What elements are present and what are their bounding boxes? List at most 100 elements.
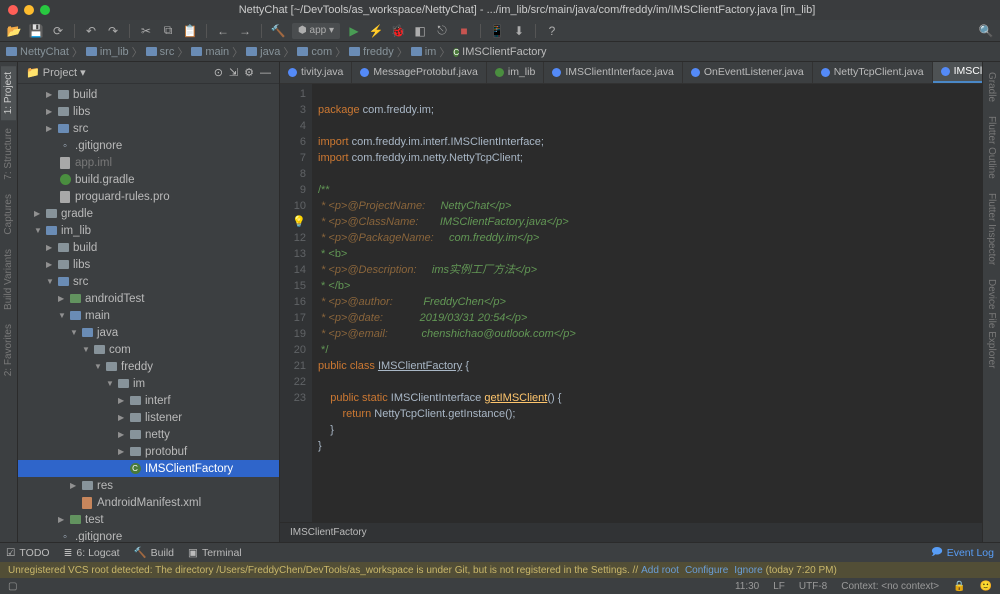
gear-icon[interactable]: ⚙ [244,66,254,79]
tree-node[interactable]: ◦.gitignore [18,137,279,154]
tree-node[interactable]: ▶gradle [18,205,279,222]
undo-icon[interactable]: ↶ [83,23,99,39]
stop-icon[interactable]: ■ [456,23,472,39]
tree-node[interactable]: app.iml [18,154,279,171]
tool-tab-logcat[interactable]: ≣ 6: Logcat [64,547,120,559]
forward-icon[interactable]: → [237,23,253,39]
editor-tab[interactable]: OnEventListener.java [683,62,813,83]
crumb-item[interactable]: java [246,46,280,58]
zoom-icon[interactable] [40,5,50,15]
tree-node[interactable]: ▶test [18,511,279,528]
run-icon[interactable]: ▶ [346,23,362,39]
tree-node[interactable]: ▼freddy [18,358,279,375]
sync-icon[interactable]: ⟳ [50,23,66,39]
tree-node[interactable]: ▶protobuf [18,443,279,460]
copy-icon[interactable]: ⧉ [160,23,176,39]
minimize-icon[interactable] [24,5,34,15]
profile-icon[interactable]: ◧ [412,23,428,39]
event-log-button[interactable]: 🗩 Event Log [931,544,994,562]
vcs-warning: Unregistered VCS root detected: The dire… [0,562,1000,578]
editor-tab-active[interactable]: IMSClientFactory.java [933,62,982,83]
editor-tab[interactable]: IMSClientInterface.java [544,62,683,83]
tree-node[interactable]: ▶res [18,477,279,494]
status-caret[interactable]: 11:30 [735,581,759,592]
project-tree[interactable]: ▶build ▶libs ▶src ◦.gitignore app.iml bu… [18,84,279,542]
target-icon[interactable]: ⊙ [214,66,223,79]
tool-tab-terminal[interactable]: ▣ Terminal [188,547,242,559]
save-icon[interactable]: 💾 [28,23,44,39]
tree-node[interactable]: ▼com [18,341,279,358]
lock-icon[interactable]: 🔒 [953,581,965,592]
editor: tivity.java MessageProtobuf.java im_lib … [280,62,982,542]
close-icon[interactable] [8,5,18,15]
tool-tab-flutter-outline[interactable]: Flutter Outline [984,110,999,185]
tree-node[interactable]: ▼java [18,324,279,341]
crumb-item[interactable]: com [297,46,332,58]
code-area[interactable]: 134678910💡1213141516171920212223 package… [280,84,982,522]
tree-node[interactable]: ▶listener [18,409,279,426]
back-icon[interactable]: ← [215,23,231,39]
editor-tab[interactable]: MessageProtobuf.java [352,62,486,83]
tree-node[interactable]: proguard-rules.pro [18,188,279,205]
status-context[interactable]: Context: <no context> [841,581,939,592]
crumb-item[interactable]: NettyChat [6,46,69,58]
collapse-icon[interactable]: ⇲ [229,66,238,79]
crumb-item[interactable]: freddy [349,46,394,58]
hector-icon[interactable]: 🙂 [980,581,992,592]
tree-node[interactable]: ▶interf [18,392,279,409]
crumb-item[interactable]: C IMSClientFactory [453,46,546,58]
tree-node-selected[interactable]: CIMSClientFactory [18,460,279,477]
tree-node[interactable]: AndroidManifest.xml [18,494,279,511]
redo-icon[interactable]: ↷ [105,23,121,39]
cut-icon[interactable]: ✂ [138,23,154,39]
tool-tab-captures[interactable]: Captures [1,188,16,241]
help-icon[interactable]: ? [544,23,560,39]
tree-node[interactable]: ▼src [18,273,279,290]
tree-node[interactable]: build.gradle [18,171,279,188]
breadcrumb: NettyChat〉 im_lib〉 src〉 main〉 java〉 com〉… [0,42,1000,62]
crumb-item[interactable]: im_lib [86,46,129,58]
tool-tab-build[interactable]: 🔨 Build [134,546,174,559]
code-body[interactable]: package com.freddy.im; import com.freddy… [312,84,982,522]
tool-tab-build-variants[interactable]: Build Variants [1,243,16,316]
sdk-icon[interactable]: ⬇ [511,23,527,39]
tree-node[interactable]: ◦.gitignore [18,528,279,542]
open-icon[interactable]: 📂 [6,23,22,39]
tool-tab-device[interactable]: Device File Explorer [984,273,999,374]
tool-tab-structure[interactable]: 7: Structure [1,122,16,186]
tree-node[interactable]: ▼im_lib [18,222,279,239]
tree-node[interactable]: ▶libs [18,103,279,120]
editor-tab[interactable]: tivity.java [280,62,352,83]
tree-node[interactable]: ▶netty [18,426,279,443]
editor-tab[interactable]: im_lib [487,62,544,83]
hammer-icon[interactable]: 🔨 [270,23,286,39]
editor-tab[interactable]: NettyTcpClient.java [813,62,933,83]
tool-tab-flutter-inspector[interactable]: Flutter Inspector [984,187,999,271]
apply-icon[interactable]: ⚡ [368,23,384,39]
run-config[interactable]: ⬢ app ▾ [292,23,340,39]
crumb-item[interactable]: main [191,46,229,58]
attach-icon[interactable]: ⎋ [434,23,450,39]
tree-node[interactable]: ▶src [18,120,279,137]
tree-node[interactable]: ▼main [18,307,279,324]
tree-node[interactable]: ▼im [18,375,279,392]
avd-icon[interactable]: 📱 [489,23,505,39]
tool-tab-gradle[interactable]: Gradle [984,66,999,108]
crumb-item[interactable]: src [146,46,175,58]
tree-node[interactable]: ▶libs [18,256,279,273]
tool-tab-favorites[interactable]: 2: Favorites [1,318,16,382]
debug-icon[interactable]: 🐞 [390,23,406,39]
tool-windows-icon[interactable]: ▢ [8,581,17,592]
tool-tab-project[interactable]: 1: Project [1,66,16,120]
crumb-item[interactable]: im [411,46,437,58]
tool-tab-todo[interactable]: ☑ TODO [6,547,50,559]
tree-node[interactable]: ▶build [18,239,279,256]
hide-icon[interactable]: — [260,67,271,79]
intention-bulb-icon[interactable]: 💡 [280,214,306,230]
tree-node[interactable]: ▶androidTest [18,290,279,307]
paste-icon[interactable]: 📋 [182,23,198,39]
tree-node[interactable]: ▶build [18,86,279,103]
status-encoding[interactable]: UTF-8 [799,581,827,592]
search-icon[interactable]: 🔍 [978,23,994,39]
status-line-sep[interactable]: LF [773,581,785,592]
